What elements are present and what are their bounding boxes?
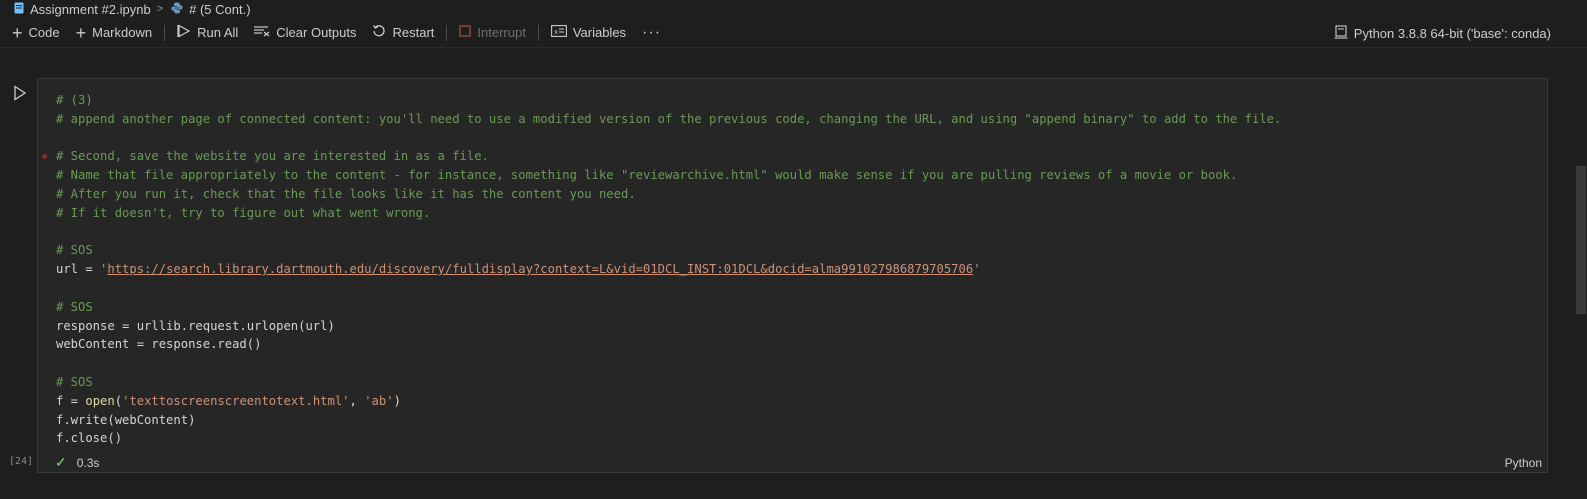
kernel-icon — [1334, 24, 1348, 42]
breakpoint-marker[interactable] — [42, 154, 47, 160]
toolbar-divider — [537, 24, 539, 41]
breadcrumb-cell[interactable]: # (5 Cont.) — [171, 1, 251, 17]
url-assignment-line: url = 'https://search.library.dartmouth.… — [56, 262, 981, 277]
more-icon: ··· — [642, 23, 662, 41]
code-line: # SOS — [56, 243, 93, 258]
breadcrumb-file-label: Assignment #2.ipynb — [30, 1, 151, 17]
breadcrumb-cell-label: # (5 Cont.) — [189, 1, 251, 17]
run-all-button[interactable]: Run All — [169, 21, 246, 45]
stop-icon — [459, 25, 471, 40]
code-line: url = 'https://search.library.dartmouth.… — [56, 260, 1281, 279]
restart-label: Restart — [392, 25, 435, 40]
code-editor[interactable]: # (3) # append another page of connected … — [42, 91, 1282, 448]
cell-status: ✓ 0.3s — [55, 454, 99, 471]
interrupt-label: Interrupt — [477, 25, 526, 40]
code-line: # If it doesn't, try to figure out what … — [56, 205, 431, 220]
check-icon: ✓ — [55, 454, 67, 470]
plus-icon: + — [75, 22, 87, 43]
notebook-toolbar: + Code + Markdown Run All Clear Outputs … — [0, 18, 1587, 48]
code-line: # After you run it, check that the file … — [56, 186, 636, 201]
add-markdown-cell-label: Markdown — [92, 25, 153, 40]
execution-duration: 0.3s — [76, 455, 100, 470]
code-line: f.write(webContent) — [56, 412, 196, 427]
variables-button[interactable]: x Variables — [543, 21, 634, 45]
restart-button[interactable]: Restart — [364, 21, 442, 45]
code-line: # Second, save the website you are inter… — [42, 147, 1281, 166]
vertical-scrollbar[interactable] — [1573, 48, 1587, 499]
code-line: # Name that file appropriately to the co… — [56, 168, 1238, 183]
clear-all-icon — [254, 25, 270, 40]
svg-text:x: x — [554, 28, 558, 36]
code-line: webContent = response.read() — [56, 337, 262, 352]
cell-language[interactable]: Python — [1505, 456, 1542, 470]
add-code-cell-label: Code — [28, 25, 60, 40]
toolbar-divider — [164, 24, 166, 41]
code-line: response = urllib.request.urlopen(url) — [56, 318, 335, 333]
clear-outputs-button[interactable]: Clear Outputs — [246, 21, 364, 45]
play-icon — [14, 85, 27, 101]
code-line: # append another page of connected conte… — [56, 111, 1282, 126]
notebook-file-icon — [14, 2, 24, 17]
variables-label: Variables — [572, 25, 627, 40]
execution-count: [24] — [9, 456, 34, 467]
plus-icon: + — [12, 22, 23, 43]
toolbar-divider — [446, 24, 448, 41]
code-line: # SOS — [56, 374, 93, 389]
code-cell[interactable]: # (3) # append another page of connected … — [37, 78, 1548, 473]
code-line: # SOS — [56, 299, 93, 314]
more-actions-button[interactable]: ··· — [634, 21, 669, 45]
code-line: f.close() — [56, 431, 123, 446]
run-all-label: Run All — [197, 25, 239, 40]
add-code-cell-button[interactable]: + Code — [4, 21, 68, 45]
chevron-right-icon: > — [156, 3, 164, 15]
run-all-icon — [177, 24, 191, 41]
scrollbar-thumb[interactable] — [1576, 166, 1586, 314]
open-call-line: f = open('texttoscreenscreentotext.html'… — [56, 393, 401, 408]
interrupt-button[interactable]: Interrupt — [451, 21, 533, 45]
breadcrumb-file[interactable]: Assignment #2.ipynb — [14, 2, 151, 17]
run-cell-button[interactable] — [11, 84, 29, 102]
kernel-label: Python 3.8.8 64-bit ('base': conda) — [1353, 25, 1551, 41]
clear-outputs-label: Clear Outputs — [276, 25, 357, 40]
restart-icon — [372, 24, 386, 41]
python-icon — [171, 2, 183, 17]
kernel-picker[interactable]: Python 3.8.8 64-bit ('base': conda) — [1334, 18, 1551, 48]
add-markdown-cell-button[interactable]: + Markdown — [68, 21, 160, 45]
code-line: f = open('texttoscreenscreentotext.html'… — [56, 392, 1281, 411]
variables-icon: x — [550, 25, 567, 40]
code-line: # (3) — [56, 93, 93, 107]
breadcrumb: Assignment #2.ipynb > # (5 Cont.) — [0, 0, 1587, 18]
